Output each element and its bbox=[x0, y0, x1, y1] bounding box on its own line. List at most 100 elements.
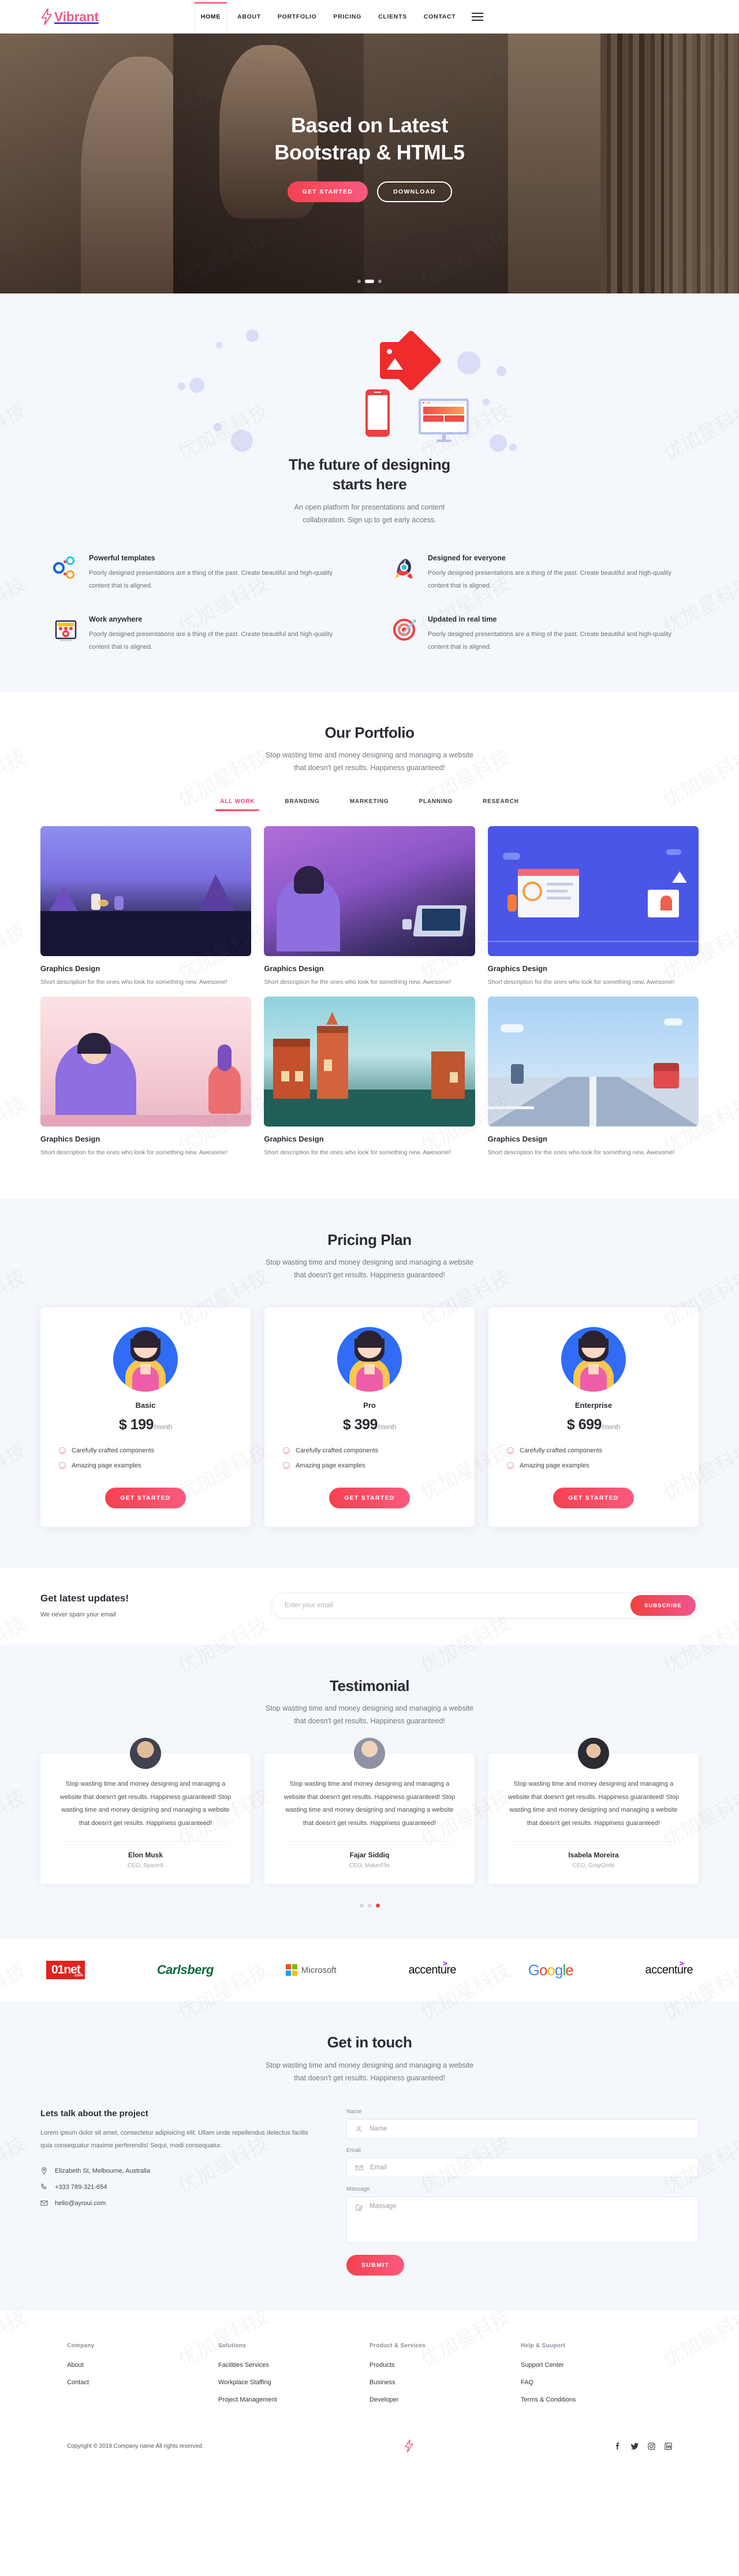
nav-item-clients[interactable]: CLIENTS bbox=[377, 12, 408, 22]
nav-item-contact[interactable]: CONTACT bbox=[423, 12, 457, 22]
newsletter-title: Get latest updates! bbox=[40, 1593, 129, 1604]
facebook-icon[interactable] bbox=[615, 2442, 621, 2450]
portfolio-subtitle-line2: that doesn't get results. Happiness guar… bbox=[294, 764, 445, 772]
plan-features: Carefully crafted components Amazing pag… bbox=[55, 1447, 236, 1470]
footer-social-links bbox=[615, 2442, 672, 2450]
main-nav: HOME ABOUT PORTFOLIO PRICING CLIENTS CON… bbox=[194, 2, 457, 31]
envelope-icon bbox=[40, 2200, 48, 2206]
portfolio-thumbnail[interactable] bbox=[487, 996, 699, 1127]
testimonial-slider-dots[interactable] bbox=[40, 1904, 699, 1908]
brand-logo[interactable]: Vibrant bbox=[40, 8, 99, 25]
site-header: Vibrant HOME ABOUT PORTFOLIO PRICING CLI… bbox=[0, 0, 739, 34]
portfolio-card[interactable]: Graphics Design Short description for th… bbox=[487, 996, 699, 1158]
plan-name: Pro bbox=[363, 1401, 376, 1410]
submit-button[interactable]: SUBMIT bbox=[346, 2255, 405, 2276]
accenture-chevron-icon: > bbox=[442, 1958, 447, 1968]
footer-column-help-support: Help & Suuport Support Center FAQ Terms … bbox=[521, 2343, 672, 2414]
contact-section: Get in touch Stop wasting time and money… bbox=[0, 2001, 739, 2311]
plan-get-started-button[interactable]: GET STARTED bbox=[329, 1488, 410, 1509]
features-title-line2: starts here bbox=[332, 475, 407, 493]
portfolio-thumbnail[interactable] bbox=[487, 826, 699, 957]
name-field-wrapper bbox=[346, 2119, 699, 2139]
features-subtitle-line1: An open platform for presentations and c… bbox=[294, 503, 445, 511]
footer-link-terms-conditions[interactable]: Terms & Conditions bbox=[521, 2396, 672, 2403]
filter-marketing[interactable]: MARKETING bbox=[349, 794, 390, 809]
portfolio-thumbnail[interactable] bbox=[40, 996, 252, 1127]
newsletter-email-input[interactable] bbox=[285, 1602, 631, 1609]
nav-item-home[interactable]: HOME bbox=[194, 2, 227, 31]
hero-dot-1[interactable] bbox=[357, 280, 361, 283]
hero-dot-2[interactable] bbox=[365, 280, 374, 283]
testimonial-grid: Stop wasting time and money designing an… bbox=[40, 1738, 699, 1884]
email-input[interactable] bbox=[370, 2158, 690, 2177]
footer-link-products[interactable]: Products bbox=[370, 2362, 521, 2369]
portfolio-thumbnail[interactable] bbox=[264, 996, 475, 1127]
contact-form: Name Email Massage bbox=[346, 2109, 699, 2276]
filter-research[interactable]: RESEARCH bbox=[482, 794, 520, 809]
message-textarea[interactable] bbox=[370, 2203, 690, 2243]
plan-get-started-button[interactable]: GET STARTED bbox=[553, 1488, 634, 1509]
testimonial-dot-2[interactable] bbox=[367, 1904, 372, 1908]
subscribe-button[interactable]: SUBSCRIBE bbox=[630, 1595, 696, 1616]
footer-link-project-management[interactable]: Project Management bbox=[218, 2396, 370, 2403]
plan-get-started-button[interactable]: GET STARTED bbox=[105, 1488, 186, 1509]
hero-dot-3[interactable] bbox=[378, 280, 382, 283]
plan-feature: Amazing page examples bbox=[283, 1462, 460, 1470]
get-started-button[interactable]: GET STARTED bbox=[287, 181, 368, 202]
filter-branding[interactable]: BRANDING bbox=[283, 794, 320, 809]
contact-details: Elizabeth St, Melbourne, Australia +333 … bbox=[40, 2167, 312, 2207]
filter-planning[interactable]: PLANNING bbox=[418, 794, 454, 809]
portfolio-subtitle-line1: Stop wasting time and money designing an… bbox=[266, 751, 473, 760]
footer-link-about[interactable]: About bbox=[67, 2362, 218, 2369]
portfolio-card[interactable]: Graphics Design Short description for th… bbox=[264, 826, 475, 988]
mobile-phone-icon bbox=[365, 389, 390, 437]
contact-left-heading: Lets talk about the project bbox=[40, 2109, 148, 2119]
footer-link-faq[interactable]: FAQ bbox=[521, 2379, 672, 2386]
plan-name: Enterprise bbox=[574, 1401, 613, 1410]
linkedin-icon[interactable] bbox=[665, 2443, 672, 2450]
nav-item-about[interactable]: ABOUT bbox=[236, 12, 262, 22]
testimonial-dot-3[interactable] bbox=[375, 1904, 380, 1908]
portfolio-card-title: Graphics Design bbox=[264, 964, 324, 973]
nav-item-pricing[interactable]: PRICING bbox=[332, 12, 363, 22]
footer-link-facilities-services[interactable]: Facilities Services bbox=[218, 2362, 370, 2369]
phone-icon bbox=[41, 2184, 47, 2190]
testimonial-text: Stop wasting time and money designing an… bbox=[59, 1780, 232, 1827]
nav-item-portfolio[interactable]: PORTFOLIO bbox=[277, 12, 318, 22]
instagram-icon[interactable] bbox=[648, 2443, 655, 2450]
download-button[interactable]: DOWNLOAD bbox=[377, 181, 452, 202]
portfolio-thumbnail[interactable] bbox=[40, 826, 252, 957]
contact-subtitle-line1: Stop wasting time and money designing an… bbox=[266, 2061, 473, 2069]
testimonial-dot-1[interactable] bbox=[359, 1904, 364, 1908]
portfolio-card[interactable]: Graphics Design Short description for th… bbox=[487, 826, 699, 988]
divider bbox=[288, 1841, 451, 1842]
name-input[interactable] bbox=[370, 2120, 690, 2139]
twitter-icon[interactable] bbox=[630, 2443, 639, 2450]
hero-slider-dots[interactable] bbox=[0, 280, 739, 283]
footer-link-support-center[interactable]: Support Center bbox=[521, 2362, 672, 2369]
footer-link-business[interactable]: Business bbox=[370, 2379, 521, 2386]
feature-title: Work anywhere bbox=[89, 615, 143, 624]
portfolio-thumbnail[interactable] bbox=[264, 826, 475, 957]
portfolio-card[interactable]: Graphics Design Short description for th… bbox=[264, 996, 475, 1158]
plan-price-amount: $ 199 bbox=[118, 1417, 154, 1433]
feature-text: Poorly designed presentations are a thin… bbox=[428, 631, 671, 650]
filter-all-work[interactable]: ALL WORK bbox=[215, 794, 260, 812]
portfolio-card[interactable]: Graphics Design Short description for th… bbox=[40, 996, 252, 1158]
footer-link-contact[interactable]: Contact bbox=[67, 2379, 218, 2386]
microsoft-squares-icon bbox=[285, 1964, 297, 1976]
check-circle-icon bbox=[59, 1447, 66, 1455]
portfolio-grid: Graphics Design Short description for th… bbox=[40, 826, 699, 1158]
testimonial-name: Fajar Siddiq bbox=[349, 1851, 390, 1860]
features-subtitle-line2: collaboration. Sign up to get early acce… bbox=[303, 515, 436, 524]
portfolio-section: Our Portfolio Stop wasting time and mone… bbox=[0, 692, 739, 1199]
hamburger-menu-icon[interactable] bbox=[472, 13, 484, 21]
feature-title: Updated in real time bbox=[428, 615, 497, 624]
plan-avatar-illustration bbox=[113, 1327, 178, 1392]
footer-link-developer[interactable]: Developer bbox=[370, 2396, 521, 2403]
contact-subtitle-line2: that doesn't get results. Happiness guar… bbox=[294, 2073, 445, 2082]
accenture-chevron-icon: > bbox=[679, 1958, 684, 1968]
portfolio-card[interactable]: Graphics Design Short description for th… bbox=[40, 826, 252, 988]
portfolio-filters: ALL WORK BRANDING MARKETING PLANNING RES… bbox=[40, 794, 699, 812]
footer-link-workplace-staffing[interactable]: Workplace Staffing bbox=[218, 2379, 370, 2386]
